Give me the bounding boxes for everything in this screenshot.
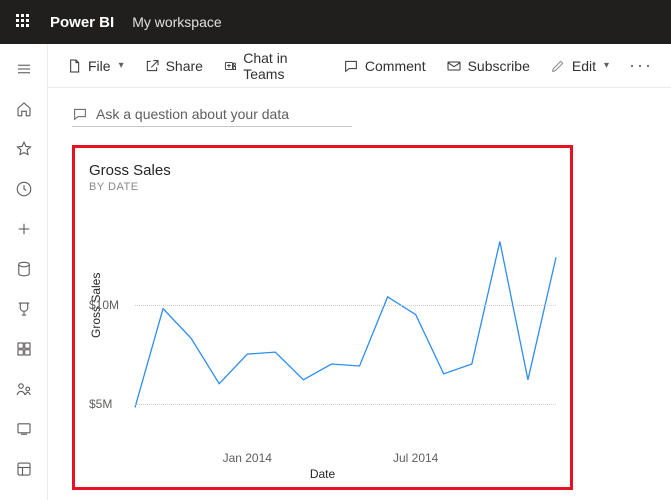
goals-icon[interactable] (15, 300, 33, 318)
topbar: Power BI My workspace (0, 0, 671, 44)
subscribe-button[interactable]: Subscribe (446, 58, 530, 74)
qna-input[interactable]: Ask a question about your data (72, 106, 352, 127)
share-icon (144, 58, 160, 74)
qna-placeholder: Ask a question about your data (96, 106, 289, 122)
chart-tile[interactable]: Gross Sales BY DATE Gross Sales Date $5M… (72, 145, 573, 490)
subscribe-label: Subscribe (468, 58, 530, 74)
x-tick: Jul 2014 (393, 451, 438, 465)
share-label: Share (166, 58, 203, 74)
apps-icon[interactable] (15, 340, 33, 358)
comment-label: Comment (365, 58, 426, 74)
comment-button[interactable]: Comment (343, 58, 426, 74)
chart-subtitle: BY DATE (89, 181, 556, 193)
edit-label: Edit (572, 58, 596, 74)
left-nav-rail (0, 44, 48, 500)
file-icon (66, 58, 82, 74)
chat-bubble-icon (72, 106, 88, 122)
share-button[interactable]: Share (144, 58, 203, 74)
menu-icon[interactable] (15, 60, 33, 78)
mail-icon (446, 58, 462, 74)
create-icon[interactable] (15, 220, 33, 238)
chart-title: Gross Sales (89, 162, 556, 179)
teams-icon (223, 58, 237, 74)
brand-label: Power BI (50, 14, 114, 31)
workspaces-icon[interactable] (15, 460, 33, 478)
edit-menu[interactable]: Edit▾ (550, 58, 609, 74)
toolbar: File▾ Share Chat in Teams Comment Subscr… (48, 44, 671, 88)
app-launcher-icon[interactable] (16, 14, 32, 30)
favorite-icon[interactable] (15, 140, 33, 158)
recent-icon[interactable] (15, 180, 33, 198)
file-label: File (88, 58, 111, 74)
x-tick: Jan 2014 (223, 451, 272, 465)
chat-in-teams-button[interactable]: Chat in Teams (223, 50, 323, 82)
more-options[interactable]: ··· (629, 55, 653, 76)
comment-icon (343, 58, 359, 74)
y-tick: $5M (89, 397, 112, 411)
y-tick: $10M (89, 298, 119, 312)
chat-label: Chat in Teams (243, 50, 323, 82)
file-menu[interactable]: File▾ (66, 58, 124, 74)
shared-icon[interactable] (15, 380, 33, 398)
learn-icon[interactable] (15, 420, 33, 438)
workspace-name[interactable]: My workspace (132, 14, 221, 30)
pencil-icon (550, 58, 566, 74)
x-axis-label: Date (310, 467, 335, 481)
plot-area: $5M$10MJan 2014Jul 2014 (135, 206, 556, 443)
datasets-icon[interactable] (15, 260, 33, 278)
line-series (135, 206, 556, 443)
home-icon[interactable] (15, 100, 33, 118)
